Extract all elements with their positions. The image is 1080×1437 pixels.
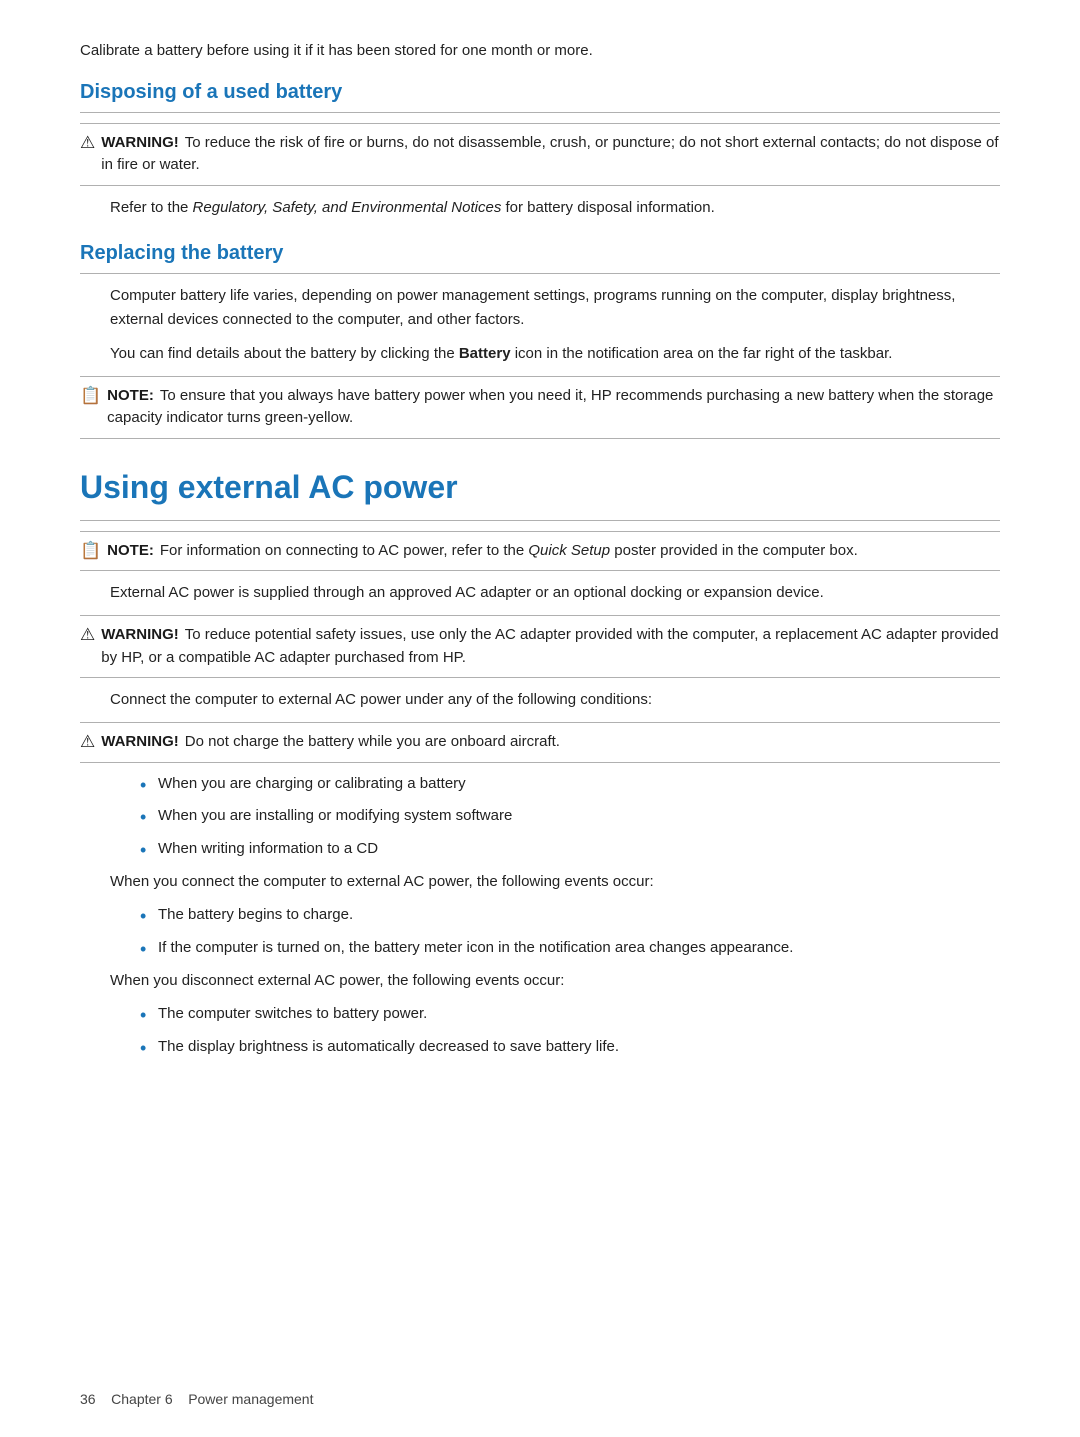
section3-bullets2: The battery begins to charge. If the comp…	[140, 904, 1000, 959]
section3-bullets1: When you are charging or calibrating a b…	[140, 773, 1000, 861]
section1-divider	[80, 112, 1000, 113]
section3-body2: Connect the computer to external AC powe…	[80, 688, 1000, 712]
warning-triangle-icon: ⚠	[80, 133, 95, 153]
section3-warning2-text: WARNING!Do not charge the battery while …	[101, 731, 560, 754]
list-item: When writing information to a CD	[140, 838, 1000, 861]
section3-divider	[80, 520, 1000, 521]
section3-body4: When you disconnect external AC power, t…	[80, 969, 1000, 993]
intro-text: Calibrate a battery before using it if i…	[80, 40, 1000, 63]
section1-warning-text: WARNING!To reduce the risk of fire or bu…	[101, 132, 1000, 177]
warning-triangle-icon-2: ⚠	[80, 625, 95, 645]
footer-chapter: Chapter 6	[111, 1391, 172, 1407]
list-item: If the computer is turned on, the batter…	[140, 937, 1000, 960]
section3-note: 📋 NOTE:For information on connecting to …	[80, 531, 1000, 572]
section3-body3: When you connect the computer to externa…	[80, 870, 1000, 894]
list-item: The battery begins to charge.	[140, 904, 1000, 927]
section3-warning2: ⚠ WARNING!Do not charge the battery whil…	[80, 722, 1000, 763]
list-item: The display brightness is automatically …	[140, 1036, 1000, 1059]
page-content: Calibrate a battery before using it if i…	[0, 0, 1080, 1148]
list-item: When you are installing or modifying sys…	[140, 805, 1000, 828]
list-item: When you are charging or calibrating a b…	[140, 773, 1000, 796]
section3-bullets3: The computer switches to battery power. T…	[140, 1003, 1000, 1058]
section2-note: 📋 NOTE:To ensure that you always have ba…	[80, 376, 1000, 439]
section2-body1: Computer battery life varies, depending …	[80, 284, 1000, 332]
section2-divider	[80, 273, 1000, 274]
page-footer: 36 Chapter 6 Power management	[80, 1391, 313, 1407]
list-item: The computer switches to battery power.	[140, 1003, 1000, 1026]
section3-warning1-text: WARNING!To reduce potential safety issue…	[101, 624, 1000, 669]
warning-triangle-icon-3: ⚠	[80, 732, 95, 752]
note-icon: 📋	[80, 386, 101, 406]
section3-note-text: NOTE:For information on connecting to AC…	[107, 540, 858, 563]
footer-chapter-title: Power management	[188, 1391, 313, 1407]
footer-page-num: 36	[80, 1391, 96, 1407]
section2-body2: You can find details about the battery b…	[80, 342, 1000, 366]
section3-warning1: ⚠ WARNING!To reduce potential safety iss…	[80, 615, 1000, 678]
section2-note-text: NOTE:To ensure that you always have batt…	[107, 385, 1000, 430]
section1-refer-text: Refer to the Regulatory, Safety, and Env…	[80, 196, 1000, 220]
section3-heading: Using external AC power	[80, 469, 1000, 506]
section1-warning: ⚠ WARNING!To reduce the risk of fire or …	[80, 123, 1000, 186]
section2-heading: Replacing the battery	[80, 242, 1000, 265]
section1-heading: Disposing of a used battery	[80, 81, 1000, 104]
section3-body1: External AC power is supplied through an…	[80, 581, 1000, 605]
note-icon-2: 📋	[80, 541, 101, 561]
